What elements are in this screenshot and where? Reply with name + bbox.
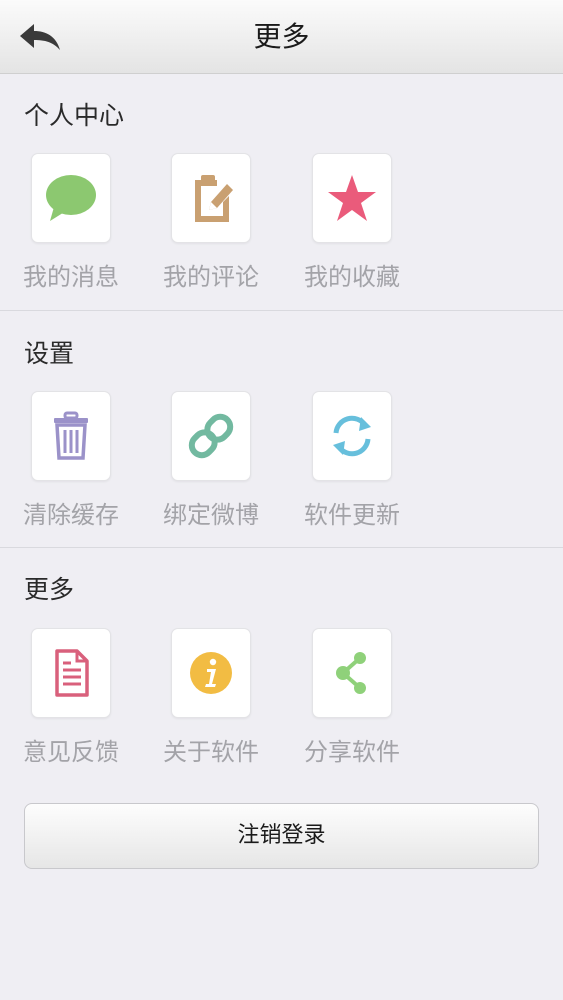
item-label: 关于软件 — [163, 738, 259, 766]
section-title-personal: 个人中心 — [24, 101, 125, 130]
header-bar: 更多 — [0, 0, 563, 74]
tile — [312, 153, 392, 243]
item-label: 意见反馈 — [23, 738, 119, 766]
document-icon — [55, 649, 89, 697]
tile — [31, 153, 111, 243]
section-divider — [0, 547, 563, 548]
refresh-icon — [333, 415, 371, 457]
grid-item-my-messages[interactable]: 我的消息 — [21, 153, 131, 303]
logout-button[interactable]: 注销登录 — [24, 803, 539, 869]
item-label: 清除缓存 — [23, 501, 119, 529]
info-icon — [190, 652, 232, 694]
grid-item-my-favorites[interactable]: 我的收藏 — [302, 153, 412, 303]
grid-item-clear-cache[interactable]: 清除缓存 — [21, 391, 131, 541]
edit-note-icon — [195, 175, 233, 222]
grid-item-my-comments[interactable]: 我的评论 — [161, 153, 271, 303]
tile — [171, 391, 251, 481]
tile — [312, 391, 392, 481]
tile — [171, 628, 251, 718]
grid-item-feedback[interactable]: 意见反馈 — [21, 628, 131, 778]
back-arrow-icon — [20, 24, 60, 50]
share-icon — [336, 652, 366, 694]
item-label: 分享软件 — [304, 738, 400, 766]
link-chain-icon — [188, 413, 234, 459]
trash-icon — [54, 411, 88, 460]
item-label: 我的收藏 — [304, 263, 400, 291]
message-bubble-icon — [46, 175, 96, 221]
tile — [31, 628, 111, 718]
tile — [171, 153, 251, 243]
section-divider — [0, 310, 563, 311]
item-label: 我的消息 — [23, 263, 119, 291]
grid-item-about[interactable]: 关于软件 — [161, 628, 271, 778]
tile — [31, 391, 111, 481]
page-title: 更多 — [253, 20, 310, 53]
item-label: 绑定微博 — [163, 501, 259, 529]
tile — [312, 628, 392, 718]
star-icon — [328, 175, 376, 221]
back-button[interactable] — [14, 18, 66, 58]
grid-item-bind-weibo[interactable]: 绑定微博 — [161, 391, 271, 541]
section-title-more: 更多 — [24, 575, 75, 604]
grid-item-share[interactable]: 分享软件 — [302, 628, 412, 778]
section-title-settings: 设置 — [24, 339, 75, 368]
item-label: 我的评论 — [163, 263, 259, 291]
grid-item-software-update[interactable]: 软件更新 — [302, 391, 412, 541]
item-label: 软件更新 — [304, 501, 400, 529]
